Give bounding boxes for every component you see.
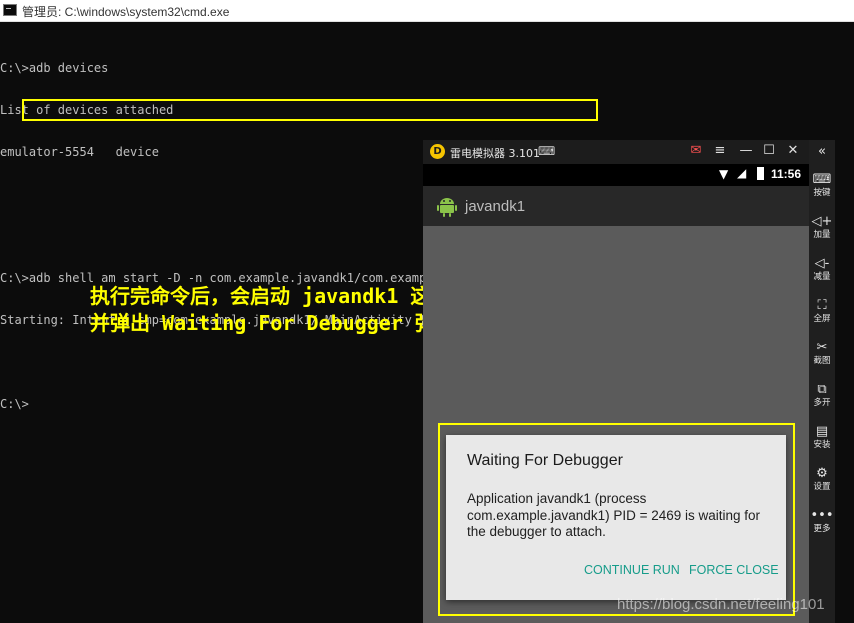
sidebar-item-label: 加量 (813, 230, 831, 240)
emulator-window: D 雷电模拟器 3.101 ⌨ ✉ ≡ — ☐ ✕ ▼ ◢ 11:56 java… (423, 140, 835, 623)
sidebar-item-label: 全屏 (813, 314, 831, 324)
cmd-window-title: 管理员: C:\windows\system32\cmd.exe (22, 5, 230, 19)
cmd-title-bar[interactable]: 管理员: C:\windows\system32\cmd.exe (0, 0, 854, 22)
sidebar-item-label: 多开 (813, 398, 831, 408)
command-highlight-box (22, 99, 598, 121)
android-screen[interactable]: ▼ ◢ 11:56 javandk1 Waiting For Debugger … (423, 164, 809, 623)
maximize-button[interactable]: ☐ (761, 143, 777, 159)
sidebar-item-more[interactable]: ••• 更多 (809, 508, 835, 535)
cmd-app-icon (3, 4, 17, 16)
keyboard-icon: ⌨ (812, 172, 832, 187)
sidebar-item-screenshot[interactable]: ✂ 截图 (809, 340, 835, 367)
volume-up-icon: ◁+ (811, 214, 833, 229)
emulator-title-bar[interactable]: D 雷电模拟器 3.101 ⌨ ✉ ≡ — ☐ ✕ (423, 140, 809, 164)
sidebar-item-fullscreen[interactable]: ⛶ 全屏 (809, 298, 835, 325)
waiting-for-debugger-dialog: Waiting For Debugger Application javandk… (446, 435, 786, 600)
sidebar-item-label: 按键 (813, 188, 831, 198)
more-icon: ••• (810, 508, 834, 523)
close-button[interactable]: ✕ (785, 143, 801, 159)
apk-install-icon: ▤ (815, 424, 829, 439)
multi-instance-icon: ⧉ (817, 382, 827, 397)
sidebar-item-volume-up[interactable]: ◁+ 加量 (809, 214, 835, 241)
double-chevron-left-icon: « (818, 144, 826, 159)
sidebar-item-keys[interactable]: ⌨ 按键 (809, 172, 835, 199)
sidebar-collapse-button[interactable]: « (809, 144, 835, 159)
dialog-title: Waiting For Debugger (467, 452, 623, 469)
mail-icon[interactable]: ✉ (688, 143, 704, 159)
emulator-title: 雷电模拟器 3.101 (450, 147, 540, 160)
scissors-icon: ✂ (816, 340, 828, 355)
sidebar-item-label: 安装 (813, 440, 831, 450)
sidebar-item-install[interactable]: ▤ 安装 (809, 424, 835, 451)
menu-icon[interactable]: ≡ (712, 143, 728, 159)
battery-icon (757, 167, 764, 180)
minimize-button[interactable]: — (738, 143, 754, 159)
status-bar: ▼ ◢ 11:56 (423, 164, 809, 186)
gear-icon: ⚙ (816, 466, 828, 481)
wifi-icon: ▼ (719, 167, 729, 181)
sidebar-item-label: 更多 (813, 524, 831, 534)
continue-run-button[interactable]: CONTINUE RUN (584, 563, 680, 577)
watermark: https://blog.csdn.net/feeling101 (617, 596, 825, 613)
sidebar-item-settings[interactable]: ⚙ 设置 (809, 466, 835, 493)
sidebar-item-volume-down[interactable]: ◁- 减量 (809, 256, 835, 283)
android-icon (437, 198, 457, 217)
emulator-sidebar: « ⌨ 按键 ◁+ 加量 ◁- 减量 ⛶ 全屏 ✂ 截图 ⧉ 多开 ▤ 安装 ⚙… (809, 140, 835, 623)
console-line: C:\>adb devices (0, 61, 109, 75)
gamepad-icon[interactable]: ⌨ (538, 144, 555, 158)
volume-down-icon: ◁- (814, 256, 830, 271)
sidebar-item-label: 截图 (813, 356, 831, 366)
status-time: 11:56 (771, 167, 802, 181)
ldplayer-logo-icon: D (430, 144, 445, 159)
force-close-button[interactable]: FORCE CLOSE (689, 563, 779, 577)
sidebar-item-label: 设置 (813, 482, 831, 492)
app-title: javandk1 (465, 198, 526, 215)
app-action-bar: javandk1 (423, 186, 809, 226)
sidebar-item-label: 减量 (813, 272, 831, 282)
dialog-message: Application javandk1 (process com.exampl… (467, 491, 761, 539)
signal-icon: ◢ (737, 166, 747, 180)
fullscreen-icon: ⛶ (817, 298, 827, 313)
sidebar-item-multi-instance[interactable]: ⧉ 多开 (809, 382, 835, 409)
